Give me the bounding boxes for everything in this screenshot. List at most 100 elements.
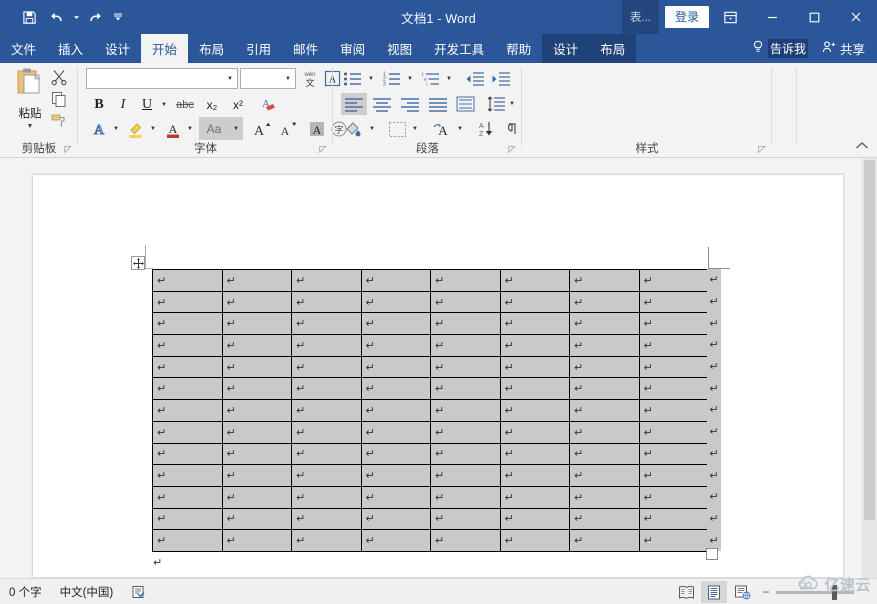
table-row[interactable]: ↵↵↵↵↵↵↵↵ [153, 335, 709, 357]
table-cell[interactable]: ↵ [153, 443, 223, 465]
table-cell[interactable]: ↵ [431, 313, 501, 335]
table-cell[interactable]: ↵ [570, 270, 640, 292]
font-name-combo[interactable]: ▼ [86, 68, 238, 89]
table-cell[interactable]: ↵ [570, 465, 640, 487]
table-row[interactable]: ↵↵↵↵↵↵↵↵ [153, 443, 709, 465]
table-cell[interactable]: ↵ [222, 270, 292, 292]
word-count[interactable]: 0 个字 [0, 584, 51, 600]
table-cell[interactable]: ↵ [431, 378, 501, 400]
cut-button[interactable] [46, 66, 72, 87]
tab-table-design[interactable]: 设计 [542, 34, 589, 63]
table-cell[interactable]: ↵ [292, 421, 362, 443]
table-cell[interactable]: ↵ [431, 270, 501, 292]
table-cell[interactable]: ↵ [639, 443, 709, 465]
table-cell[interactable]: ↵ [292, 530, 362, 552]
table-cell[interactable]: ↵ [500, 530, 570, 552]
table-cell[interactable]: ↵ [639, 378, 709, 400]
table-cell[interactable]: ↵ [431, 356, 501, 378]
table-cell[interactable]: ↵ [222, 465, 292, 487]
show-paragraph-marks-icon[interactable] [501, 118, 523, 140]
table-row[interactable]: ↵↵↵↵↵↵↵↵ [153, 465, 709, 487]
tab-design[interactable]: 设计 [94, 34, 141, 63]
font-color-icon[interactable]: A [162, 118, 184, 140]
collapse-ribbon-icon[interactable] [855, 141, 869, 154]
table-cell[interactable]: ↵ [222, 443, 292, 465]
table-cell[interactable]: ↵ [639, 400, 709, 422]
table-row[interactable]: ↵↵↵↵↵↵↵↵ [153, 313, 709, 335]
superscript-button[interactable]: x² [226, 94, 250, 116]
table-cell[interactable]: ↵ [570, 291, 640, 313]
table-move-handle-icon[interactable] [131, 256, 145, 270]
align-center-icon[interactable] [369, 93, 395, 115]
asian-layout-icon[interactable]: A [430, 118, 454, 140]
table-cell[interactable]: ↵ [500, 400, 570, 422]
text-effects-dropdown-icon[interactable]: ▼ [110, 118, 122, 140]
minimize-button[interactable] [751, 0, 793, 34]
table-cell[interactable]: ↵ [153, 486, 223, 508]
table-cell[interactable]: ↵ [431, 335, 501, 357]
table-cell[interactable]: ↵ [222, 421, 292, 443]
tab-review[interactable]: 审阅 [329, 34, 376, 63]
table-cell[interactable]: ↵ [153, 335, 223, 357]
table-cell[interactable]: ↵ [153, 356, 223, 378]
tell-me-box[interactable]: 告诉我 [744, 34, 816, 63]
table-cell[interactable]: ↵ [500, 421, 570, 443]
align-right-icon[interactable] [397, 93, 423, 115]
proofing-errors-icon[interactable] [122, 585, 154, 599]
table-cell[interactable]: ↵ [639, 356, 709, 378]
share-button[interactable]: 共享 [816, 34, 877, 63]
table-cell[interactable]: ↵ [361, 465, 431, 487]
align-left-icon[interactable] [341, 93, 367, 115]
change-case-dropdown-icon[interactable]: ▼ [229, 117, 243, 140]
phonetic-guide-icon[interactable]: wén文 [300, 68, 320, 89]
tab-references[interactable]: 引用 [235, 34, 282, 63]
table-cell[interactable]: ↵ [292, 313, 362, 335]
table-row[interactable]: ↵↵↵↵↵↵↵↵ [153, 400, 709, 422]
table-cell[interactable]: ↵ [570, 356, 640, 378]
table-cell[interactable]: ↵ [292, 291, 362, 313]
table-cell[interactable]: ↵ [361, 291, 431, 313]
table-cell[interactable]: ↵ [153, 378, 223, 400]
table-cell[interactable]: ↵ [222, 356, 292, 378]
bold-button[interactable]: B [88, 94, 110, 116]
table-cell[interactable]: ↵ [361, 378, 431, 400]
table-cell[interactable]: ↵ [153, 400, 223, 422]
tab-view[interactable]: 视图 [376, 34, 423, 63]
table-cell[interactable]: ↵ [500, 378, 570, 400]
table-cell[interactable]: ↵ [153, 508, 223, 530]
table-cell[interactable]: ↵ [500, 291, 570, 313]
maximize-button[interactable] [793, 0, 835, 34]
table-cell[interactable]: ↵ [639, 530, 709, 552]
table-cell[interactable]: ↵ [639, 508, 709, 530]
table-cell[interactable]: ↵ [500, 486, 570, 508]
table-cell[interactable]: ↵ [639, 270, 709, 292]
table-cell[interactable]: ↵ [153, 421, 223, 443]
table-cell[interactable]: ↵ [292, 335, 362, 357]
table-cell[interactable]: ↵ [500, 356, 570, 378]
table-cell[interactable]: ↵ [570, 313, 640, 335]
vertical-scrollbar[interactable] [862, 158, 877, 578]
table-cell[interactable]: ↵ [292, 465, 362, 487]
account-tab[interactable]: 表... [622, 0, 659, 34]
tab-insert[interactable]: 插入 [47, 34, 94, 63]
chevron-down-icon[interactable]: ▼ [227, 76, 233, 82]
italic-button[interactable]: I [112, 94, 134, 116]
document-table[interactable]: ↵↵↵↵↵↵↵↵↵↵↵↵↵↵↵↵↵↵↵↵↵↵↵↵↵↵↵↵↵↵↵↵↵↵↵↵↵↵↵↵… [152, 269, 709, 552]
table-cell[interactable]: ↵ [570, 421, 640, 443]
zoom-out-button[interactable]: − [761, 585, 771, 599]
table-cell[interactable]: ↵ [361, 508, 431, 530]
table-cell[interactable]: ↵ [431, 443, 501, 465]
table-cell[interactable]: ↵ [153, 291, 223, 313]
sort-icon[interactable]: AZ [473, 118, 497, 140]
language-indicator[interactable]: 中文(中国) [51, 584, 123, 600]
clipboard-dialog-launcher[interactable]: ◸ [62, 143, 74, 155]
close-button[interactable] [835, 0, 877, 34]
table-cell[interactable]: ↵ [639, 335, 709, 357]
table-cell[interactable]: ↵ [222, 378, 292, 400]
table-row[interactable]: ↵↵↵↵↵↵↵↵ [153, 530, 709, 552]
table-cell[interactable]: ↵ [500, 443, 570, 465]
table-cell[interactable]: ↵ [570, 443, 640, 465]
format-painter-button[interactable] [46, 110, 72, 131]
table-cell[interactable]: ↵ [222, 291, 292, 313]
table-cell[interactable]: ↵ [639, 486, 709, 508]
